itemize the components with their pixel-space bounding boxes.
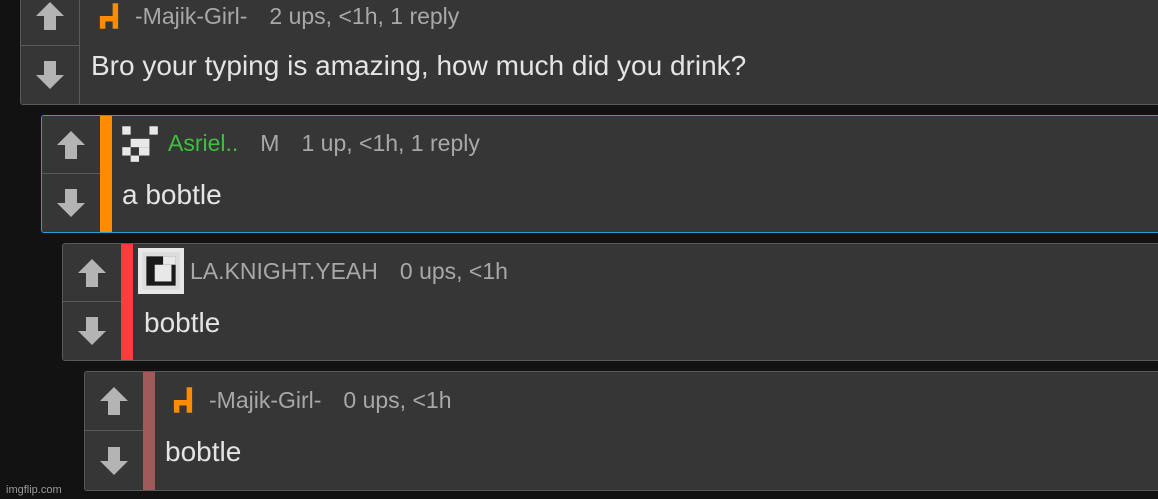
upvote-button[interactable] bbox=[42, 116, 100, 174]
upvote-button[interactable] bbox=[85, 372, 143, 431]
pixel-face-icon bbox=[122, 126, 158, 162]
comment-stats: 2 ups, <1h, 1 reply bbox=[269, 2, 460, 29]
comment-body: Bro your typing is amazing, how much did… bbox=[91, 50, 747, 81]
username-link[interactable]: -Majik-Girl- bbox=[209, 387, 321, 414]
comment-stats: 1 up, <1h, 1 reply bbox=[301, 129, 480, 156]
comment-meta: Asriel.. M 1 up, <1h, 1 reply bbox=[116, 121, 480, 165]
username-link[interactable]: LA.KNIGHT.YEAH bbox=[190, 258, 378, 285]
comment-body: bobtle bbox=[144, 307, 221, 338]
comment-stats: 0 ups, <1h bbox=[399, 257, 508, 284]
orange-chair-icon bbox=[173, 387, 193, 413]
downvote-button[interactable] bbox=[42, 174, 100, 232]
arrow-up-icon bbox=[36, 1, 64, 30]
upvote-button[interactable] bbox=[63, 244, 121, 302]
arrow-up-icon bbox=[100, 387, 128, 415]
comment: Asriel.. M 1 up, <1h, 1 reply a bobtle bbox=[41, 115, 1158, 233]
pixel-square-icon bbox=[138, 248, 184, 294]
downvote-button[interactable] bbox=[63, 302, 121, 360]
vote-column bbox=[42, 116, 101, 232]
comment-body: a bobtle bbox=[122, 179, 222, 210]
vote-column bbox=[85, 372, 144, 490]
watermark: imgflip.com bbox=[6, 484, 62, 496]
arrow-down-icon bbox=[78, 317, 106, 345]
orange-chair-icon bbox=[99, 3, 119, 29]
arrow-up-icon bbox=[57, 130, 85, 159]
downvote-button[interactable] bbox=[21, 46, 79, 105]
comment: LA.KNIGHT.YEAH 0 ups, <1h bobtle bbox=[62, 243, 1158, 361]
comment: -Majik-Girl- 2 ups, <1h, 1 reply Bro you… bbox=[20, 0, 1158, 105]
upvote-button[interactable] bbox=[21, 0, 79, 46]
vote-column bbox=[63, 244, 122, 360]
arrow-up-icon bbox=[78, 258, 106, 287]
arrow-down-icon bbox=[36, 60, 64, 89]
mod-badge: M bbox=[260, 129, 280, 156]
thread-stripe bbox=[143, 372, 155, 490]
downvote-button[interactable] bbox=[85, 431, 143, 490]
vote-column bbox=[21, 0, 80, 104]
comment-stats: 0 ups, <1h bbox=[343, 386, 452, 413]
comment-meta: LA.KNIGHT.YEAH 0 ups, <1h bbox=[138, 248, 508, 294]
username-link[interactable]: -Majik-Girl- bbox=[135, 3, 247, 30]
comment-meta: -Majik-Girl- 0 ups, <1h bbox=[163, 378, 451, 422]
comment: -Majik-Girl- 0 ups, <1h bobtle bbox=[84, 371, 1158, 491]
comment-meta: -Majik-Girl- 2 ups, <1h, 1 reply bbox=[89, 0, 459, 38]
username-link[interactable]: Asriel.. bbox=[168, 130, 238, 157]
thread-stripe bbox=[121, 244, 133, 360]
thread-stripe bbox=[100, 116, 112, 232]
arrow-down-icon bbox=[100, 446, 128, 475]
comment-body: bobtle bbox=[165, 436, 242, 467]
arrow-down-icon bbox=[57, 189, 85, 217]
